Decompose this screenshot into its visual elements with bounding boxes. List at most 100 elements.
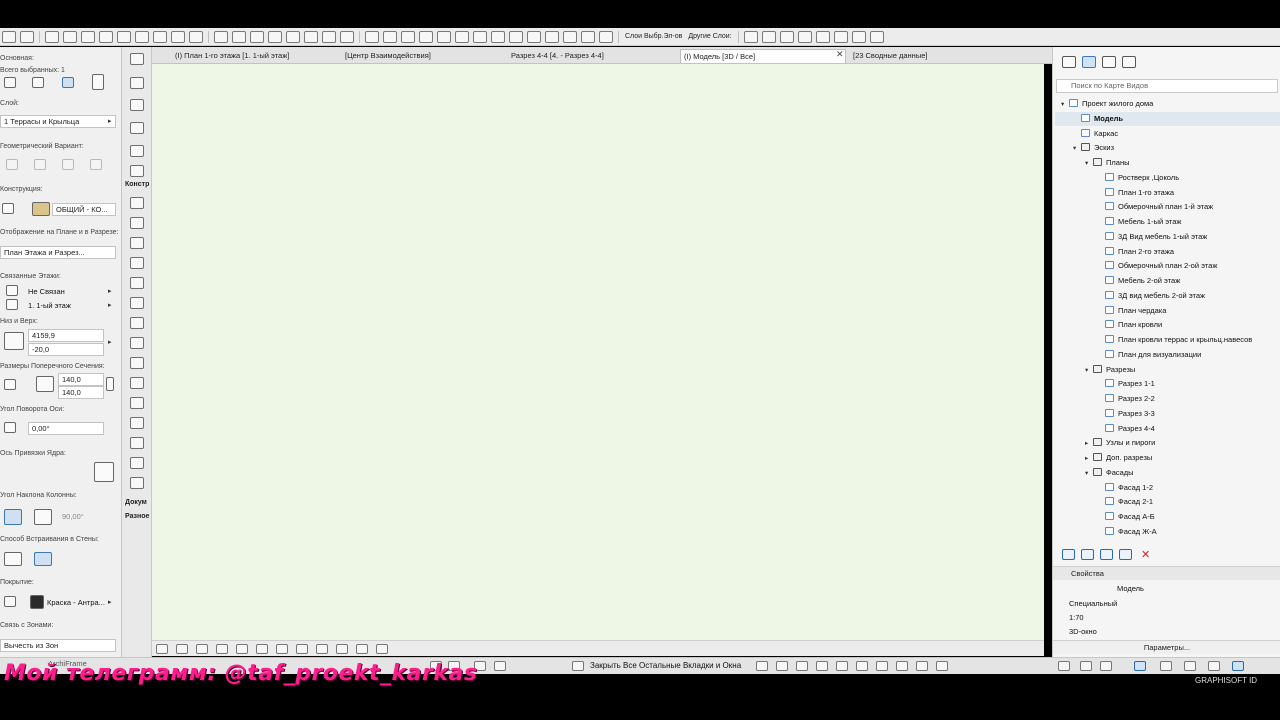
close-tab-icon[interactable]: ✕ — [836, 49, 844, 60]
top-input[interactable]: 4159,9 — [28, 329, 104, 342]
section-shape-icon[interactable] — [4, 379, 16, 390]
tree-item[interactable]: План 2-го этажа — [1097, 245, 1280, 259]
layer-hide-icon[interactable] — [797, 30, 812, 43]
railing-tool-icon[interactable] — [130, 397, 144, 409]
tree-item[interactable]: ▾ Проект жилого дома — [1061, 97, 1280, 111]
embed-mode-icon-1[interactable] — [4, 552, 22, 566]
view-options-icon[interactable] — [509, 30, 523, 43]
navigator-detail-icon[interactable] — [1208, 661, 1220, 671]
project-map-icon[interactable] — [1062, 56, 1076, 68]
view-settings-icon[interactable] — [256, 643, 268, 654]
layer-settings-icon[interactable] — [473, 30, 487, 43]
walk-icon[interactable] — [216, 643, 228, 654]
other-layers-label[interactable]: Другие Слои: — [688, 33, 731, 40]
tree-item[interactable]: Модель — [1055, 111, 1280, 126]
status-icon-3[interactable] — [796, 661, 808, 671]
zoom-out-icon[interactable] — [156, 643, 168, 654]
3d-viewport[interactable] — [152, 64, 1044, 640]
depth-input[interactable]: 140,0 — [58, 386, 104, 399]
layer-toggle-icon[interactable] — [743, 30, 758, 43]
teamwork-icon[interactable] — [437, 30, 451, 43]
mirror-icon[interactable] — [304, 30, 318, 43]
tab-section-4-4[interactable]: Разрез 4-4 [4. - Разрез 4-4] — [508, 49, 604, 63]
render-mode-icon[interactable] — [276, 643, 288, 654]
zones-select[interactable]: Вычесть из Зон — [0, 639, 116, 652]
pen-set-icon[interactable] — [491, 30, 505, 43]
misc-header[interactable]: Разное — [125, 513, 149, 520]
column-profile-icon[interactable] — [92, 74, 104, 90]
width-input[interactable]: 140,0 — [58, 373, 104, 386]
tree-item[interactable]: Разрез 2-2 — [1097, 392, 1280, 406]
tree-item[interactable]: Мебель 2-ой этаж — [1097, 274, 1280, 288]
construct-header[interactable]: Констр — [125, 181, 149, 188]
view-map-icon[interactable] — [1082, 56, 1096, 68]
model-filter-icon[interactable] — [336, 643, 348, 654]
tree-item[interactable]: Мебель 1-ый этаж — [1097, 215, 1280, 229]
tree-item[interactable]: Разрез 1-1 — [1097, 377, 1280, 391]
vertical-column-icon[interactable] — [4, 509, 22, 525]
door-tool-icon[interactable] — [130, 217, 144, 229]
navigator-sets-icon[interactable] — [1080, 661, 1092, 671]
grid-tool-icon[interactable] — [130, 122, 144, 134]
tree-item[interactable]: Фасад А-Б — [1097, 510, 1280, 524]
parameters-button[interactable]: Параметры... — [1053, 640, 1280, 654]
clone-view-icon[interactable] — [1100, 548, 1113, 560]
zone-tool-icon[interactable] — [130, 457, 144, 469]
display-select[interactable]: План Этажа и Разрез... — [0, 246, 116, 259]
layer-select[interactable]: 1 Террасы и Крыльца — [0, 115, 116, 128]
layer-show-icon[interactable] — [779, 30, 794, 43]
favorites-icon[interactable] — [63, 30, 77, 43]
navigator-home-icon[interactable] — [1058, 661, 1070, 671]
status-icon-4[interactable] — [816, 661, 828, 671]
adjust-icon[interactable] — [340, 30, 354, 43]
tree-item[interactable]: Фасад 2-1 — [1097, 495, 1280, 509]
text-tool-icon[interactable] — [130, 77, 144, 89]
tree-item[interactable]: Разрез 3-3 — [1097, 407, 1280, 421]
section-icon[interactable] — [401, 30, 415, 43]
slanted-column-icon[interactable] — [34, 509, 52, 525]
layer-solid-icon[interactable] — [833, 30, 848, 43]
slab-tool-icon[interactable] — [130, 297, 144, 309]
surface-paint-icon[interactable] — [4, 596, 16, 607]
construction-type-icon[interactable] — [2, 203, 14, 214]
object-tool-icon[interactable] — [130, 357, 144, 369]
tab-summary-data[interactable]: [23 Сводные данные] — [850, 49, 927, 63]
tree-item[interactable]: Фасад Ж-А — [1097, 525, 1280, 539]
status-icon-6[interactable] — [856, 661, 868, 671]
construction-select[interactable]: ОБЩИЙ - КО... — [52, 203, 116, 216]
properties-header[interactable]: Свойства — [1053, 566, 1280, 580]
tree-item[interactable]: План чердака — [1097, 304, 1280, 318]
tree-item[interactable]: ▸ Доп. разрезы — [1085, 451, 1280, 465]
tab-model-3d[interactable]: (I) Модель [3D / Все] — [680, 49, 846, 63]
chevron-right-icon[interactable]: ▸ — [108, 338, 112, 346]
tree-item[interactable]: ▾ Планы — [1085, 156, 1280, 170]
chevron-right-icon[interactable]: ▸ — [108, 301, 112, 309]
rotation-input[interactable]: 0,00° — [28, 422, 104, 435]
orbit-icon[interactable] — [383, 30, 397, 43]
selection-icon[interactable] — [99, 30, 113, 43]
tree-item[interactable]: ▾ Эскиз — [1073, 141, 1280, 155]
chevron-right-icon[interactable]: ▸ — [1085, 452, 1093, 466]
morph-tool-icon[interactable] — [130, 437, 144, 449]
navigator-teamwork-icon[interactable] — [1184, 661, 1196, 671]
pen-set-nav-icon[interactable] — [356, 643, 368, 654]
tree-item[interactable]: Обмерочный план 1-й этаж — [1097, 200, 1280, 214]
fit-icon[interactable] — [196, 643, 208, 654]
layer-wire-icon[interactable] — [815, 30, 830, 43]
anchor-point-icon[interactable] — [94, 462, 114, 482]
publish-icon[interactable] — [455, 30, 469, 43]
move-icon[interactable] — [135, 30, 149, 43]
trim-icon[interactable] — [250, 30, 264, 43]
scissors-icon[interactable] — [214, 30, 228, 43]
document-header[interactable]: Докум — [125, 499, 147, 506]
column-tool-icon[interactable] — [130, 257, 144, 269]
trace-icon[interactable] — [419, 30, 433, 43]
column-shape-icon[interactable] — [32, 77, 44, 88]
column-type-icon[interactable] — [4, 77, 16, 88]
layer-extra-icon[interactable] — [869, 30, 884, 43]
layer-combo-icon[interactable] — [851, 30, 866, 43]
tree-item[interactable]: Фасад 1-2 — [1097, 481, 1280, 495]
cutaway-icon[interactable] — [316, 643, 328, 654]
tree-item[interactable]: ▾ Фасады — [1085, 466, 1280, 480]
tree-item[interactable]: План для визуализации — [1097, 348, 1280, 362]
